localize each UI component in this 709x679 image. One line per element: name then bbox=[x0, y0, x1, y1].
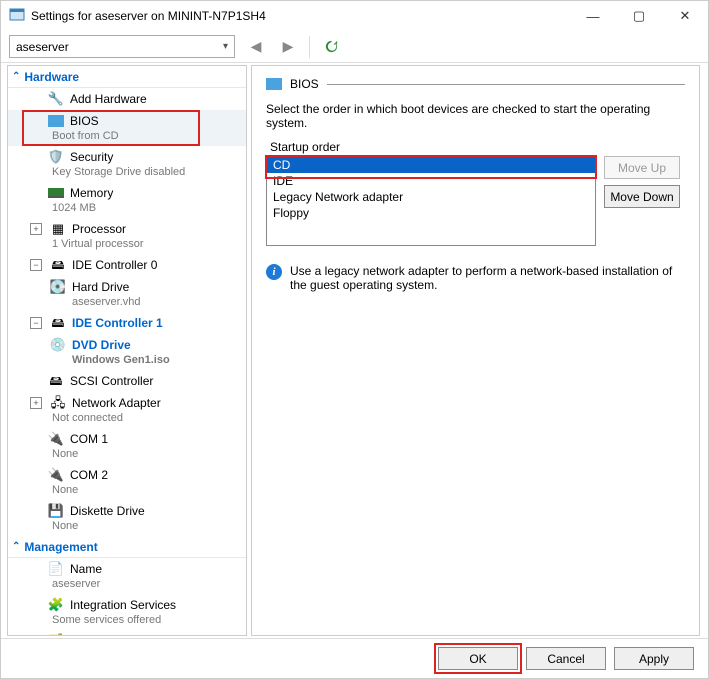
tree-item-integration[interactable]: 🧩Integration Services Some services offe… bbox=[8, 594, 246, 630]
window-title: Settings for aseserver on MININT-N7P1SH4 bbox=[31, 9, 570, 23]
vm-selector-value: aseserver bbox=[16, 40, 69, 54]
tree-item-memory[interactable]: Memory 1024 MB bbox=[8, 182, 246, 218]
expand-icon[interactable]: + bbox=[30, 397, 42, 409]
com-port-icon: 🔌 bbox=[48, 467, 64, 483]
tree-item-diskette[interactable]: 💾Diskette Drive None bbox=[8, 500, 246, 536]
expand-icon[interactable]: + bbox=[30, 223, 42, 235]
list-item[interactable]: CD bbox=[267, 157, 595, 173]
collapse-icon: ⌃ bbox=[12, 541, 20, 552]
dvd-icon: 💿 bbox=[50, 337, 66, 353]
nav-back-button[interactable]: ◀ bbox=[245, 36, 267, 58]
tree-item-hard-drive[interactable]: 💽Hard Drive aseserver.vhd bbox=[8, 276, 246, 312]
list-item[interactable]: Legacy Network adapter bbox=[267, 189, 595, 205]
dialog-buttons: OK Cancel Apply bbox=[1, 638, 708, 678]
tree-item-ide1[interactable]: −🖴IDE Controller 1 bbox=[8, 312, 246, 334]
bios-icon bbox=[266, 76, 282, 92]
panel-description: Select the order in which boot devices a… bbox=[266, 102, 685, 130]
startup-order-listbox[interactable]: CD IDE Legacy Network adapter Floppy bbox=[266, 156, 596, 246]
tree-item-security[interactable]: 🛡️Security Key Storage Drive disabled bbox=[8, 146, 246, 182]
processor-icon: ▦ bbox=[50, 221, 66, 237]
list-item[interactable]: IDE bbox=[267, 173, 595, 189]
tree-item-add-hardware[interactable]: 🔧Add Hardware bbox=[8, 88, 246, 110]
tree-item-ide0[interactable]: −🖴IDE Controller 0 bbox=[8, 254, 246, 276]
section-hardware[interactable]: ⌃ Hardware bbox=[8, 66, 246, 88]
tree-item-network[interactable]: +🖧Network Adapter Not connected bbox=[8, 392, 246, 428]
controller-icon: 🖴 bbox=[50, 315, 66, 331]
tree-item-name[interactable]: 📄Name aseserver bbox=[8, 558, 246, 594]
controller-icon: 🖴 bbox=[50, 257, 66, 273]
services-icon: 🧩 bbox=[48, 597, 64, 613]
tree-item-dvd-drive[interactable]: 💿DVD Drive Windows Gen1.iso bbox=[8, 334, 246, 370]
collapse-icon: ⌃ bbox=[12, 71, 20, 82]
tree-item-sub: Boot from CD bbox=[30, 129, 242, 143]
nav-forward-button[interactable]: ▶ bbox=[277, 36, 299, 58]
tree-item-com2[interactable]: 🔌COM 2 None bbox=[8, 464, 246, 500]
collapse-icon[interactable]: − bbox=[30, 317, 42, 329]
divider bbox=[327, 84, 685, 85]
tree-item-bios[interactable]: BIOS Boot from CD bbox=[8, 110, 246, 146]
toolbar-separator bbox=[309, 36, 310, 58]
tree-item-com1[interactable]: 🔌COM 1 None bbox=[8, 428, 246, 464]
tree-item-processor[interactable]: +▦Processor 1 Virtual processor bbox=[8, 218, 246, 254]
memory-icon bbox=[48, 185, 64, 201]
section-management[interactable]: ⌃ Management bbox=[8, 536, 246, 558]
minimize-button[interactable]: — bbox=[570, 1, 616, 31]
settings-panel: BIOS Select the order in which boot devi… bbox=[251, 65, 700, 636]
add-hardware-icon: 🔧 bbox=[48, 91, 64, 107]
move-down-button[interactable]: Move Down bbox=[604, 185, 680, 208]
diskette-icon: 💾 bbox=[48, 503, 64, 519]
cancel-button[interactable]: Cancel bbox=[526, 647, 606, 670]
section-label: Hardware bbox=[24, 70, 79, 84]
shield-icon: 🛡️ bbox=[48, 149, 64, 165]
collapse-icon[interactable]: − bbox=[30, 259, 42, 271]
disk-icon: 💽 bbox=[50, 279, 66, 295]
tree-item-checkpoints[interactable]: 🗂️Checkpoints Standard bbox=[8, 630, 246, 636]
com-port-icon: 🔌 bbox=[48, 431, 64, 447]
tree-item-scsi[interactable]: 🖴SCSI Controller bbox=[8, 370, 246, 392]
info-text: Use a legacy network adapter to perform … bbox=[290, 264, 685, 292]
close-button[interactable]: ✕ bbox=[662, 1, 708, 31]
name-icon: 📄 bbox=[48, 561, 64, 577]
scsi-icon: 🖴 bbox=[48, 373, 64, 389]
bios-icon bbox=[48, 113, 64, 129]
group-label: Startup order bbox=[270, 140, 685, 154]
vm-selector-dropdown[interactable]: aseserver ▾ bbox=[9, 35, 235, 58]
info-icon: i bbox=[266, 264, 282, 280]
apply-button[interactable]: Apply bbox=[614, 647, 694, 670]
toolbar: aseserver ▾ ◀ ▶ bbox=[1, 31, 708, 63]
network-icon: 🖧 bbox=[50, 395, 66, 411]
move-up-button: Move Up bbox=[604, 156, 680, 179]
hardware-tree[interactable]: ⌃ Hardware 🔧Add Hardware BIOS Boot from … bbox=[7, 65, 247, 636]
panel-title: BIOS bbox=[290, 77, 319, 91]
maximize-button[interactable]: ▢ bbox=[616, 1, 662, 31]
chevron-down-icon: ▾ bbox=[223, 41, 228, 52]
checkpoint-icon: 🗂️ bbox=[48, 633, 64, 636]
settings-icon bbox=[9, 7, 25, 26]
list-item[interactable]: Floppy bbox=[267, 205, 595, 221]
title-bar: Settings for aseserver on MININT-N7P1SH4… bbox=[1, 1, 708, 31]
ok-button[interactable]: OK bbox=[438, 647, 518, 670]
refresh-button[interactable] bbox=[320, 36, 342, 58]
